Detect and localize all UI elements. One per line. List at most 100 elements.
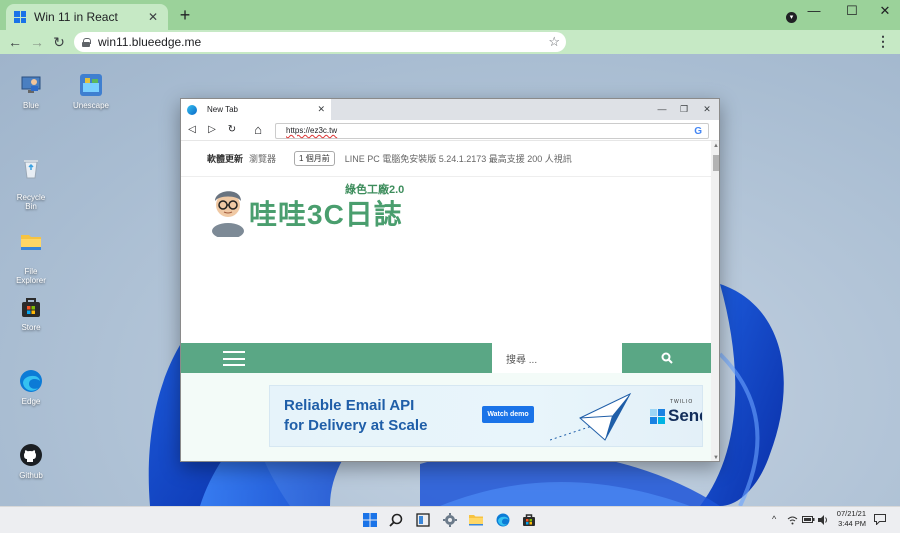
recycle-bin-icon bbox=[18, 155, 44, 181]
desktop-icon-store[interactable]: Store bbox=[0, 294, 62, 332]
news-label: 軟體更新 bbox=[207, 154, 244, 164]
desktop-icon-blue[interactable]: Blue bbox=[0, 72, 62, 110]
clock-time: 3:44 PM bbox=[838, 519, 866, 528]
sendgrid-logo-icon bbox=[650, 408, 665, 424]
brand-title: 哇哇3C日誌 bbox=[249, 199, 403, 230]
settings-icon[interactable] bbox=[442, 512, 458, 528]
address-bar[interactable]: win11.blueedge.me ☆ bbox=[74, 32, 566, 52]
ad-watch-demo-button[interactable]: Watch demo bbox=[482, 406, 534, 423]
ad-area: Reliable Email API for Delivery at Scale… bbox=[181, 373, 711, 461]
paper-plane-icon bbox=[550, 392, 632, 441]
task-view-icon[interactable] bbox=[415, 512, 431, 528]
site-search-input[interactable]: 搜尋 ... bbox=[492, 343, 622, 373]
inner-tab-close-icon[interactable]: ✕ bbox=[317, 104, 325, 115]
inner-reload-button[interactable]: ↻ bbox=[225, 123, 239, 137]
desktop-icon-label: File Explorer bbox=[16, 267, 46, 285]
site-nav-bar: 搜尋 ... bbox=[181, 343, 711, 373]
close-button[interactable]: ✕ bbox=[873, 2, 897, 20]
hamburger-menu-icon[interactable] bbox=[223, 351, 245, 366]
bookmark-star-icon[interactable]: ☆ bbox=[548, 34, 560, 50]
tray-chevron-icon[interactable]: ^ bbox=[772, 514, 776, 524]
desktop[interactable]: Blue Unescape Recycle Bin File Explorer … bbox=[0, 54, 900, 506]
user-computer-icon bbox=[18, 72, 44, 98]
search-icon[interactable] bbox=[388, 512, 404, 528]
news-time-badge: 1 個月前 bbox=[294, 151, 335, 166]
minimize-button[interactable]: — bbox=[802, 2, 826, 20]
inner-minimize-button[interactable]: — bbox=[655, 102, 669, 116]
inner-tab-title: New Tab bbox=[207, 105, 238, 114]
taskbar: ^ 07/21/21 3:44 PM bbox=[0, 506, 900, 533]
avatar-icon bbox=[212, 191, 244, 237]
notification-icon[interactable] bbox=[874, 514, 886, 527]
profile-icon[interactable]: ▾ bbox=[786, 12, 797, 23]
lock-icon bbox=[82, 37, 91, 47]
chrome-tab[interactable]: Win 11 in React ✕ bbox=[6, 4, 168, 30]
tab-title: Win 11 in React bbox=[34, 10, 118, 24]
desktop-icon-label: Blue bbox=[22, 101, 39, 110]
ad-title: Reliable Email API for Delivery at Scale bbox=[284, 397, 428, 434]
inner-url-text: https://ez3c.tw bbox=[286, 126, 338, 135]
desktop-icon-label: Github bbox=[19, 471, 43, 480]
desktop-icon-file-explorer[interactable]: File Explorer bbox=[0, 220, 62, 285]
maximize-button[interactable]: ☐ bbox=[840, 2, 864, 20]
desktop-icon-github[interactable]: Github bbox=[0, 442, 62, 480]
ad-banner[interactable]: Reliable Email API for Delivery at Scale… bbox=[269, 385, 703, 447]
store-icon[interactable] bbox=[521, 512, 537, 528]
reload-button[interactable]: ↻ bbox=[50, 33, 68, 51]
edge-icon bbox=[18, 368, 44, 394]
search-placeholder: 搜尋 ... bbox=[506, 355, 538, 366]
scroll-down-icon[interactable]: ▼ bbox=[713, 455, 719, 461]
inner-browser-window[interactable]: New Tab ✕ — ❐ ✕ ◁ ▷ ↻ ⌂ https://ez3c.tw … bbox=[180, 98, 720, 462]
back-button[interactable]: ← bbox=[6, 33, 24, 51]
inner-maximize-button[interactable]: ❐ bbox=[677, 102, 691, 116]
inner-scrollbar[interactable]: ▲ ▼ bbox=[711, 141, 719, 461]
ad-brand: Send bbox=[650, 406, 702, 426]
file-explorer-icon[interactable] bbox=[468, 512, 484, 528]
new-tab-button[interactable]: + bbox=[176, 6, 194, 24]
wifi-icon[interactable] bbox=[787, 515, 798, 527]
inner-url-input[interactable]: https://ez3c.tw G bbox=[275, 123, 709, 139]
ad-brand-text: Send bbox=[668, 406, 702, 425]
folder-icon bbox=[18, 229, 44, 255]
google-icon: G bbox=[694, 126, 702, 137]
forward-button[interactable]: → bbox=[28, 33, 46, 51]
site-logo[interactable]: 綠色工廠2.0 哇哇3C日誌 bbox=[209, 181, 419, 237]
inner-tab[interactable]: New Tab ✕ bbox=[181, 99, 331, 120]
inner-titlebar: New Tab ✕ — ❐ ✕ bbox=[181, 99, 719, 120]
desktop-icon-label: Unescape bbox=[72, 101, 110, 110]
web-page: 軟體更新 瀏覽器 1 個月前 LINE PC 電腦免安裝版 5.24.1.217… bbox=[181, 141, 711, 461]
tab-close-icon[interactable]: ✕ bbox=[146, 10, 160, 24]
inner-toolbar: ◁ ▷ ↻ ⌂ https://ez3c.tw G bbox=[181, 120, 719, 141]
github-icon bbox=[18, 442, 44, 468]
ad-brand-small: TWILIO bbox=[670, 399, 694, 405]
desktop-icon-edge[interactable]: Edge bbox=[0, 368, 62, 406]
edge-icon bbox=[187, 104, 197, 115]
desktop-icon-unescape[interactable]: Unescape bbox=[60, 72, 122, 110]
chrome-titlebar: Win 11 in React ✕ + ▾ — ☐ ✕ bbox=[0, 0, 900, 30]
battery-icon[interactable] bbox=[802, 515, 815, 526]
desktop-icon-recycle-bin[interactable]: Recycle Bin bbox=[0, 146, 62, 211]
inner-home-button[interactable]: ⌂ bbox=[251, 123, 265, 137]
news-ticker: 軟體更新 瀏覽器 1 個月前 LINE PC 電腦免安裝版 5.24.1.217… bbox=[181, 141, 711, 177]
inner-close-button[interactable]: ✕ bbox=[700, 102, 714, 116]
scrollbar-thumb[interactable] bbox=[713, 155, 719, 171]
chrome-toolbar: ← → ↻ win11.blueedge.me ☆ ⋮ bbox=[0, 30, 900, 54]
site-search-button[interactable] bbox=[623, 343, 711, 373]
unescape-app-icon bbox=[78, 72, 104, 98]
scroll-up-icon[interactable]: ▲ bbox=[713, 143, 719, 149]
desktop-icon-label: Store bbox=[21, 323, 41, 332]
store-bag-icon bbox=[18, 294, 44, 320]
chrome-menu-button[interactable]: ⋮ bbox=[876, 33, 890, 50]
windows-start-icon[interactable] bbox=[362, 512, 378, 528]
inner-forward-button[interactable]: ▷ bbox=[205, 123, 219, 137]
search-icon bbox=[661, 352, 673, 364]
taskbar-clock[interactable]: 07/21/21 3:44 PM bbox=[826, 509, 866, 529]
inner-back-button[interactable]: ◁ bbox=[185, 123, 199, 137]
edge-icon[interactable] bbox=[495, 512, 511, 528]
news-headline[interactable]: LINE PC 電腦免安裝版 5.24.1.2173 最高支援 200 人視訊 bbox=[345, 152, 572, 165]
address-url: win11.blueedge.me bbox=[98, 35, 202, 49]
desktop-icon-label: Recycle Bin bbox=[16, 193, 46, 211]
windows-logo-icon bbox=[14, 11, 26, 23]
clock-date: 07/21/21 bbox=[836, 509, 866, 518]
news-site[interactable]: 瀏覽器 bbox=[249, 152, 276, 165]
